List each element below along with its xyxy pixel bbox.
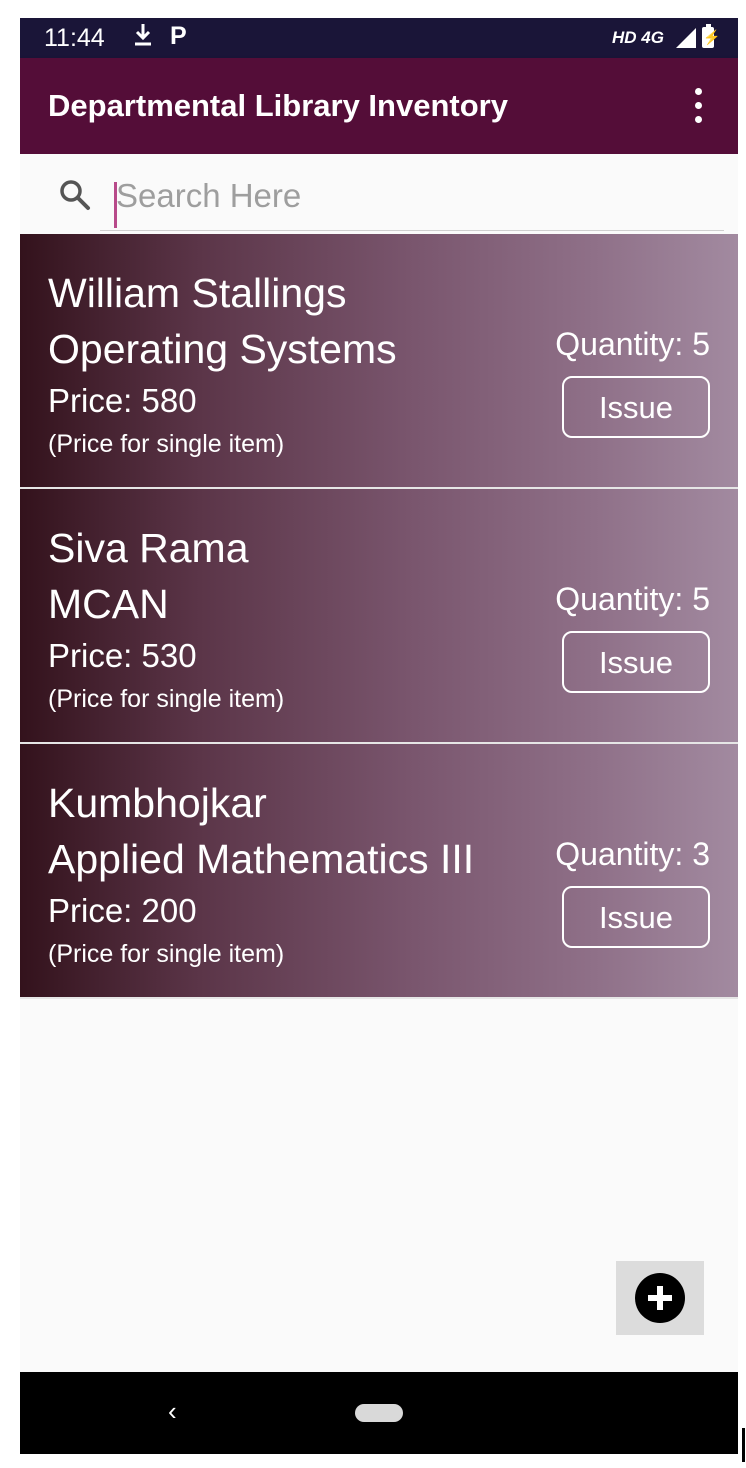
status-bar: 11:44 P HD 4G ⚡ [20,18,738,58]
book-title: MCAN [48,581,169,627]
search-bar [20,154,738,234]
search-icon [58,178,92,212]
app-bar: Departmental Library Inventory [20,58,738,154]
book-quantity: Quantity: 5 [555,326,710,362]
book-price: Price: 530 [48,637,197,674]
download-icon [132,22,154,55]
book-author: Siva Rama [48,525,249,571]
app-screen: 11:44 P HD 4G ⚡ Departmental Library Inv… [20,18,738,1454]
add-book-button[interactable] [616,1261,704,1335]
search-input[interactable] [114,166,676,226]
more-vert-icon[interactable] [686,88,710,124]
edge-mark [742,1428,745,1462]
book-card[interactable]: Siva Rama MCAN Price: 530 (Price for sin… [20,489,738,744]
book-price: Price: 580 [48,382,197,419]
issue-button[interactable]: Issue [562,631,710,693]
notification-p-icon: P [170,22,187,50]
status-time: 11:44 [44,24,105,52]
network-type: HD 4G [612,28,664,47]
back-icon[interactable]: ‹ [168,1396,177,1427]
search-field [100,166,724,231]
book-quantity: Quantity: 5 [555,581,710,617]
signal-icon [676,28,696,48]
book-author: William Stallings [48,270,347,316]
book-list: William Stallings Operating Systems Pric… [20,234,738,999]
add-circle-icon [635,1273,685,1323]
book-title: Operating Systems [48,326,397,372]
book-title: Applied Mathematics III [48,836,475,882]
issue-button[interactable]: Issue [562,886,710,948]
book-quantity: Quantity: 3 [555,836,710,872]
navigation-bar: ‹ [20,1372,738,1454]
battery-icon: ⚡ [702,24,720,48]
price-note: (Price for single item) [48,940,285,968]
price-note: (Price for single item) [48,685,285,713]
issue-button[interactable]: Issue [562,376,710,438]
app-title: Departmental Library Inventory [48,88,508,123]
book-card[interactable]: William Stallings Operating Systems Pric… [20,234,738,489]
book-card[interactable]: Kumbhojkar Applied Mathematics III Price… [20,744,738,999]
book-author: Kumbhojkar [48,780,267,826]
price-note: (Price for single item) [48,430,285,458]
book-price: Price: 200 [48,892,197,929]
home-pill-icon[interactable] [355,1404,403,1422]
